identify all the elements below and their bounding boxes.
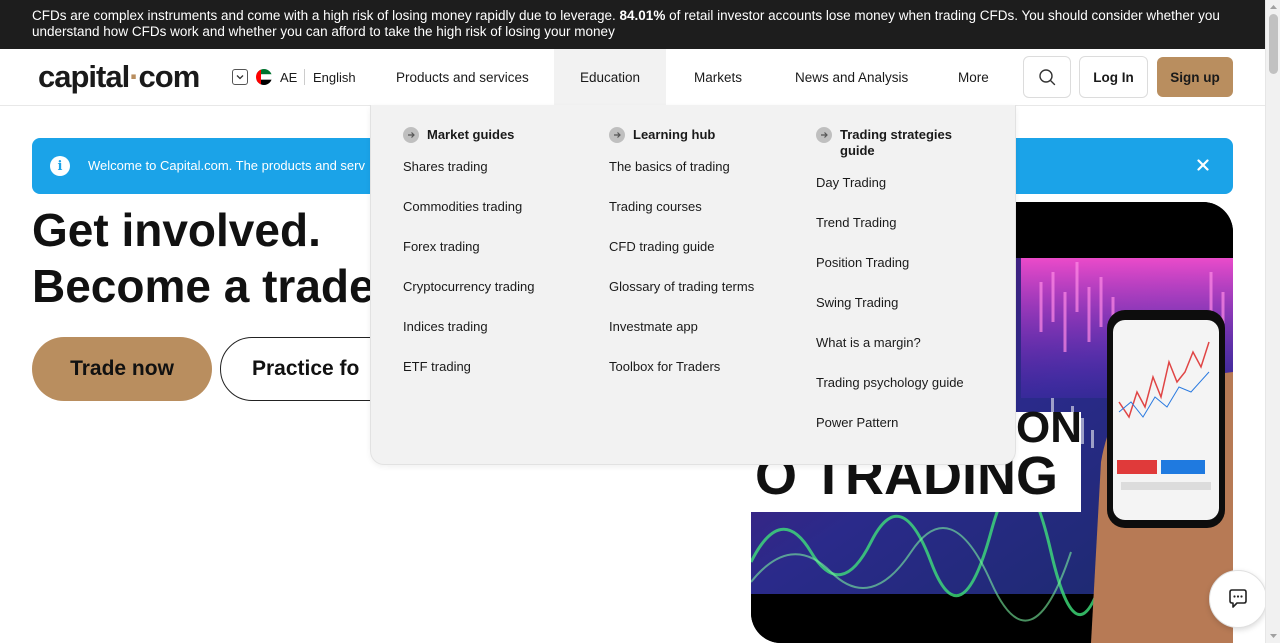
menu-item-day-trading[interactable]: Day Trading	[816, 174, 1006, 214]
menu-item-commodities-trading[interactable]: Commodities trading	[403, 198, 593, 238]
menu-item-toolbox-for-traders[interactable]: Toolbox for Traders	[609, 358, 799, 398]
scrollbar-thumb[interactable]	[1269, 14, 1278, 74]
menu-item-what-is-a-margin[interactable]: What is a margin?	[816, 334, 1006, 374]
logo[interactable]: capital·com	[38, 59, 201, 95]
arrow-right-icon	[403, 127, 419, 143]
menu-item-shares-trading[interactable]: Shares trading	[403, 158, 593, 198]
menu-heading-label: Learning hub	[633, 127, 716, 142]
hero-heading: Get involved. Become a trade	[32, 202, 375, 314]
scroll-up-icon[interactable]	[1269, 3, 1278, 11]
nav-markets[interactable]: Markets	[678, 49, 758, 105]
language-divider	[304, 69, 305, 85]
signup-button[interactable]: Sign up	[1157, 57, 1233, 97]
language-dropdown-toggle[interactable]	[232, 69, 248, 85]
search-button[interactable]	[1023, 56, 1071, 98]
login-button[interactable]: Log In	[1079, 56, 1148, 98]
menu-heading-learning-hub[interactable]: Learning hub	[609, 127, 799, 143]
menu-item-power-pattern[interactable]: Power Pattern	[816, 414, 1006, 454]
nav-products-and-services[interactable]: Products and services	[380, 49, 545, 105]
menu-item-position-trading[interactable]: Position Trading	[816, 254, 1006, 294]
menu-column-market-guides: Market guides Shares trading Commodities…	[403, 127, 593, 398]
menu-item-investmate-app[interactable]: Investmate app	[609, 318, 799, 358]
trade-now-button[interactable]: Trade now	[32, 337, 212, 401]
menu-item-trading-courses[interactable]: Trading courses	[609, 198, 799, 238]
nav-news-and-analysis[interactable]: News and Analysis	[779, 49, 924, 105]
scroll-down-icon[interactable]	[1269, 632, 1278, 640]
menu-heading-label: Market guides	[427, 127, 515, 142]
menu-item-glossary[interactable]: Glossary of trading terms	[609, 278, 799, 318]
risk-warning-banner: CFDs are complex instruments and come wi…	[0, 0, 1265, 49]
menu-item-indices-trading[interactable]: Indices trading	[403, 318, 593, 358]
menu-item-trend-trading[interactable]: Trend Trading	[816, 214, 1006, 254]
arrow-right-icon	[609, 127, 625, 143]
menu-item-cryptocurrency-trading[interactable]: Cryptocurrency trading	[403, 278, 593, 318]
chat-widget-button[interactable]	[1209, 570, 1267, 628]
risk-warning-percent: 84.01%	[619, 8, 666, 23]
close-icon	[1197, 159, 1209, 171]
nav-education[interactable]: Education	[554, 49, 667, 105]
logo-suffix: com	[138, 59, 201, 94]
menu-item-etf-trading[interactable]: ETF trading	[403, 358, 593, 398]
region-code[interactable]: AE	[280, 70, 297, 85]
logo-main: capital	[38, 59, 130, 94]
menu-heading-trading-strategies[interactable]: Trading strategies guide	[816, 127, 1006, 159]
info-icon: i	[50, 156, 70, 176]
menu-heading-market-guides[interactable]: Market guides	[403, 127, 593, 143]
search-icon	[1039, 69, 1056, 86]
menu-item-cfd-trading-guide[interactable]: CFD trading guide	[609, 238, 799, 278]
video-caption-top: ON	[1016, 403, 1082, 452]
site-header: capital·com AE English Products and serv…	[0, 49, 1265, 106]
menu-item-swing-trading[interactable]: Swing Trading	[816, 294, 1006, 334]
uae-flag-icon	[256, 69, 272, 85]
nav-more[interactable]: More	[942, 49, 1005, 105]
menu-item-trading-psychology-guide[interactable]: Trading psychology guide	[816, 374, 1006, 414]
menu-column-learning-hub: Learning hub The basics of trading Tradi…	[609, 127, 799, 398]
page-scrollbar[interactable]	[1265, 0, 1280, 643]
logo-dot: ·	[129, 59, 139, 94]
education-mega-menu: Market guides Shares trading Commodities…	[370, 105, 1016, 465]
language-label[interactable]: English	[313, 70, 356, 85]
chat-icon	[1229, 589, 1247, 608]
close-info-button[interactable]	[1193, 155, 1213, 175]
menu-item-forex-trading[interactable]: Forex trading	[403, 238, 593, 278]
menu-column-trading-strategies: Trading strategies guide Day Trading Tre…	[816, 127, 1006, 454]
hero-heading-line-1: Get involved.	[32, 204, 321, 256]
welcome-info-text: Welcome to Capital.com. The products and…	[88, 158, 365, 173]
menu-item-basics-of-trading[interactable]: The basics of trading	[609, 158, 799, 198]
chevron-down-icon	[236, 75, 244, 80]
hero-heading-line-2: Become a trade	[32, 260, 375, 312]
risk-warning-text-1: CFDs are complex instruments and come wi…	[32, 8, 620, 23]
arrow-right-icon	[816, 127, 832, 143]
menu-heading-label: Trading strategies guide	[840, 127, 952, 158]
